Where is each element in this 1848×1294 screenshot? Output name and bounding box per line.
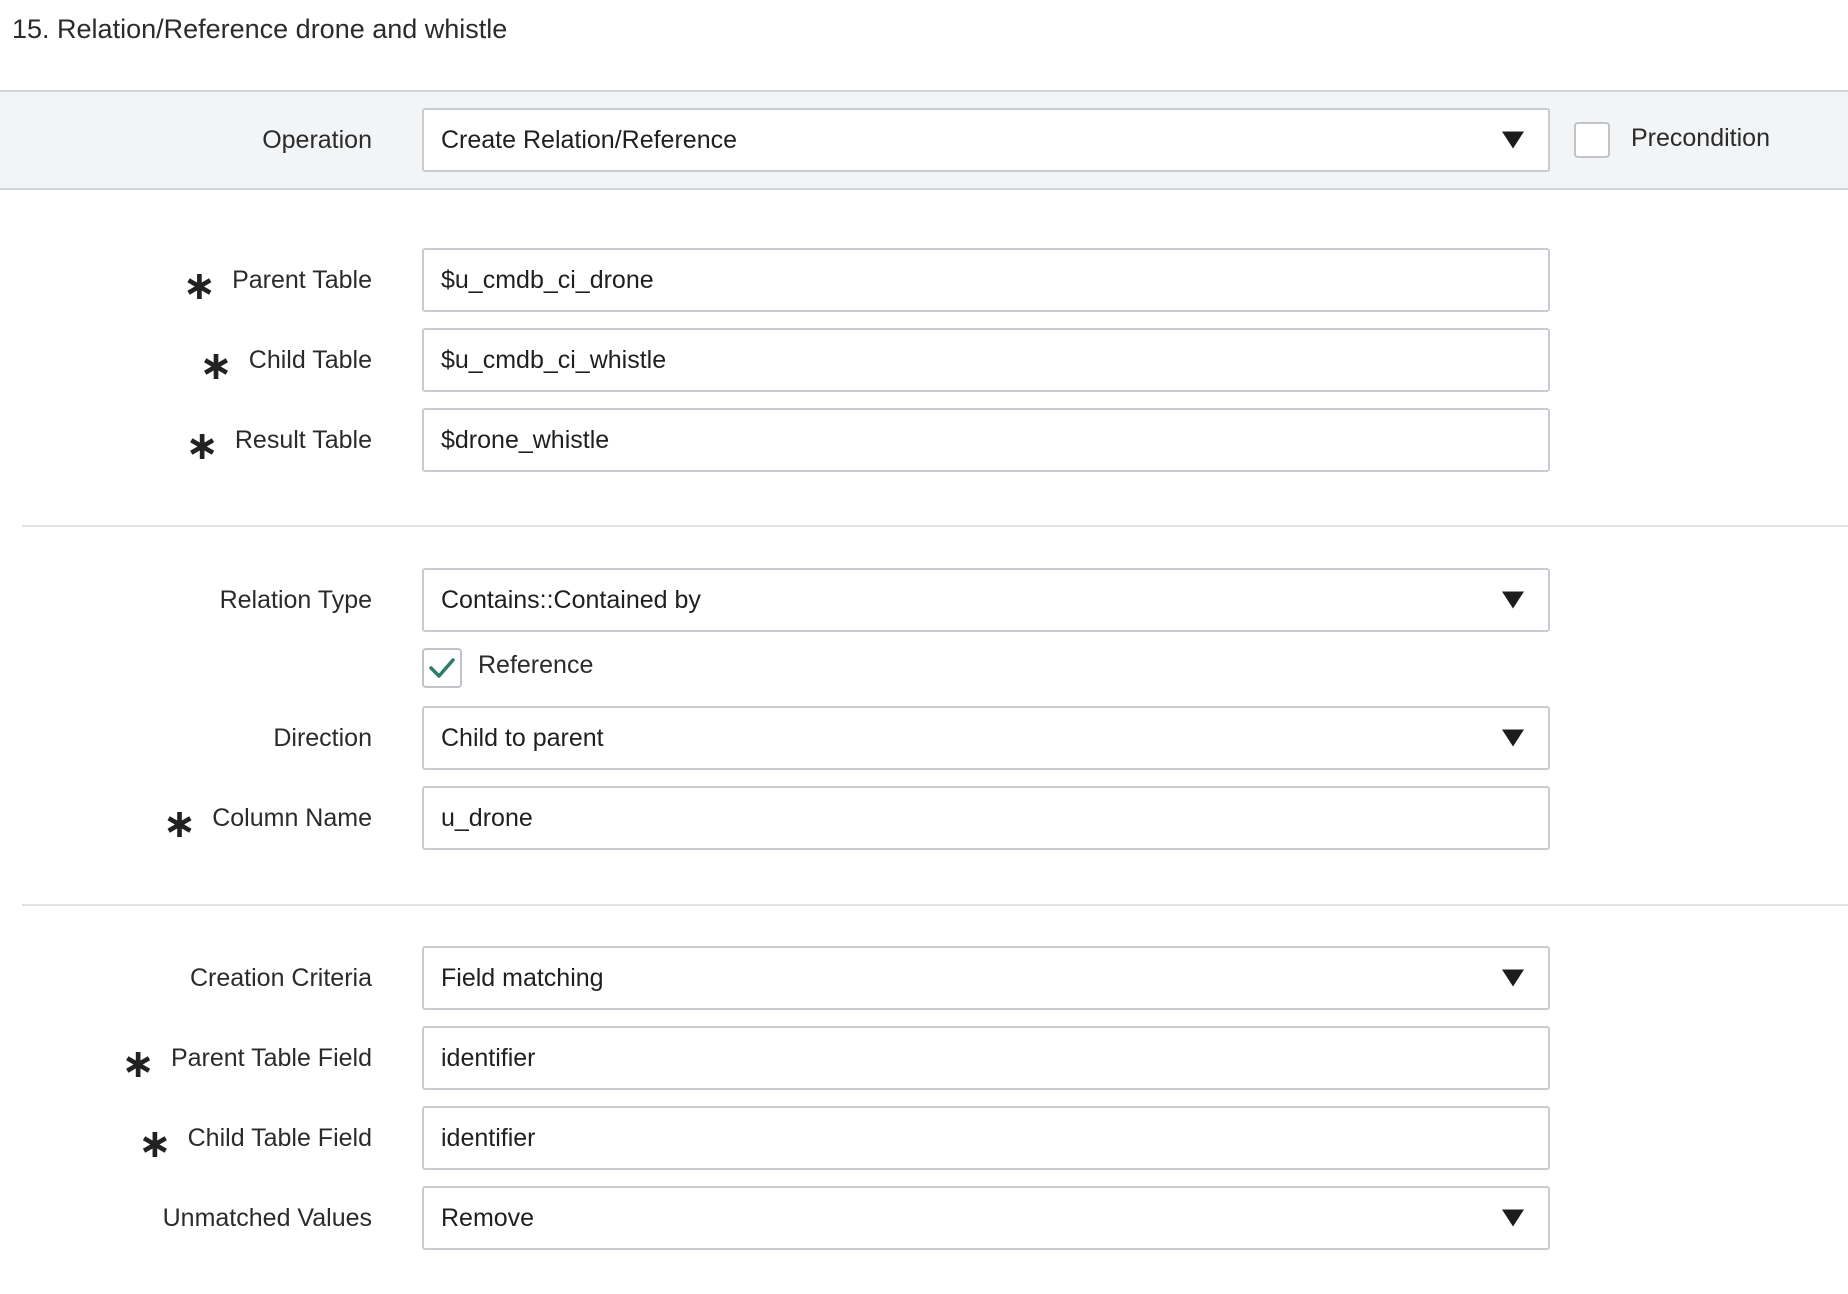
result-table-label-text: Result Table xyxy=(234,425,372,454)
operation-band: Operation Create Relation/Reference Prec… xyxy=(0,90,1848,190)
asterisk-icon: ∗ xyxy=(121,1042,155,1086)
child-table-label: ∗ Child Table xyxy=(199,328,372,392)
parent-table-field-input[interactable]: identifier xyxy=(422,1026,1550,1090)
asterisk-icon: ∗ xyxy=(182,264,217,308)
caret-down-icon xyxy=(1502,969,1524,987)
asterisk-icon: ∗ xyxy=(162,802,197,846)
child-table-value: $u_cmdb_ci_whistle xyxy=(441,345,667,374)
relation-type-select[interactable]: Contains::Contained by xyxy=(422,568,1550,632)
child-table-input[interactable]: $u_cmdb_ci_whistle xyxy=(422,328,1550,392)
asterisk-icon: ∗ xyxy=(138,1122,172,1166)
creation-criteria-row: Creation Criteria Field matching xyxy=(0,946,1848,1010)
parent-table-label-text: Parent Table xyxy=(232,265,372,294)
relation-type-row: Relation Type Contains::Contained by xyxy=(0,568,1848,632)
creation-criteria-value: Field matching xyxy=(441,963,604,992)
child-table-field-input[interactable]: identifier xyxy=(422,1106,1550,1170)
creation-criteria-select[interactable]: Field matching xyxy=(422,946,1550,1010)
direction-label: Direction xyxy=(273,706,372,770)
parent-table-field-label: ∗ Parent Table Field xyxy=(121,1026,372,1090)
unmatched-values-label: Unmatched Values xyxy=(163,1186,372,1250)
precondition-label: Precondition xyxy=(1631,124,1770,152)
parent-table-field-label-text: Parent Table Field xyxy=(170,1043,372,1072)
operation-label: Operation xyxy=(262,108,372,172)
caret-down-icon xyxy=(1502,1209,1524,1227)
result-table-label: ∗ Result Table xyxy=(185,408,372,472)
unmatched-values-select[interactable]: Remove xyxy=(422,1186,1550,1250)
operation-label-text: Operation xyxy=(262,125,372,154)
direction-select[interactable]: Child to parent xyxy=(422,706,1550,770)
unmatched-values-label-text: Unmatched Values xyxy=(162,1203,372,1232)
child-table-field-label-text: Child Table Field xyxy=(187,1123,372,1152)
parent-table-label: ∗ Parent Table xyxy=(183,248,372,312)
relation-type-label-text: Relation Type xyxy=(219,585,372,614)
caret-down-icon xyxy=(1502,591,1524,609)
caret-down-icon xyxy=(1502,131,1524,149)
column-name-label: ∗ Column Name xyxy=(163,786,372,850)
asterisk-icon: ∗ xyxy=(199,344,233,388)
creation-criteria-label: Creation Criteria xyxy=(190,946,372,1010)
unmatched-values-row: Unmatched Values Remove xyxy=(0,1186,1848,1250)
result-table-input[interactable]: $drone_whistle xyxy=(422,408,1550,472)
checkmark-icon xyxy=(429,658,455,678)
caret-down-icon xyxy=(1502,729,1524,747)
parent-table-field-value: identifier xyxy=(441,1043,536,1072)
child-table-field-label: ∗ Child Table Field xyxy=(138,1106,372,1170)
column-name-input[interactable]: u_drone xyxy=(422,786,1550,850)
asterisk-icon: ∗ xyxy=(185,424,219,468)
reference-checkbox[interactable] xyxy=(422,648,462,688)
parent-table-row: ∗ Parent Table $u_cmdb_ci_drone xyxy=(0,248,1848,312)
relation-type-label: Relation Type xyxy=(220,568,372,632)
child-table-label-text: Child Table xyxy=(248,345,372,374)
child-table-field-row: ∗ Child Table Field identifier xyxy=(0,1106,1848,1170)
result-table-row: ∗ Result Table $drone_whistle xyxy=(0,408,1848,472)
precondition-checkbox[interactable] xyxy=(1574,122,1610,158)
direction-label-text: Direction xyxy=(273,723,372,752)
creation-criteria-label-text: Creation Criteria xyxy=(189,963,372,992)
parent-table-field-row: ∗ Parent Table Field identifier xyxy=(0,1026,1848,1090)
parent-table-value: $u_cmdb_ci_drone xyxy=(441,265,654,294)
column-name-row: ∗ Column Name u_drone xyxy=(0,786,1848,850)
child-table-field-value: identifier xyxy=(441,1123,536,1152)
column-name-value: u_drone xyxy=(441,803,533,832)
relation-type-value: Contains::Contained by xyxy=(441,585,701,614)
direction-row: Direction Child to parent xyxy=(0,706,1848,770)
result-table-value: $drone_whistle xyxy=(441,425,610,454)
step-title: 15. Relation/Reference drone and whistle xyxy=(12,14,508,44)
child-table-row: ∗ Child Table $u_cmdb_ci_whistle xyxy=(0,328,1848,392)
operation-select[interactable]: Create Relation/Reference xyxy=(422,108,1550,172)
reference-label: Reference xyxy=(478,651,594,679)
unmatched-values-value: Remove xyxy=(441,1203,535,1232)
direction-value: Child to parent xyxy=(441,723,604,752)
section-divider xyxy=(22,525,1848,527)
parent-table-input[interactable]: $u_cmdb_ci_drone xyxy=(422,248,1550,312)
section-divider xyxy=(22,904,1848,906)
operation-value: Create Relation/Reference xyxy=(441,125,737,154)
column-name-label-text: Column Name xyxy=(212,803,372,832)
